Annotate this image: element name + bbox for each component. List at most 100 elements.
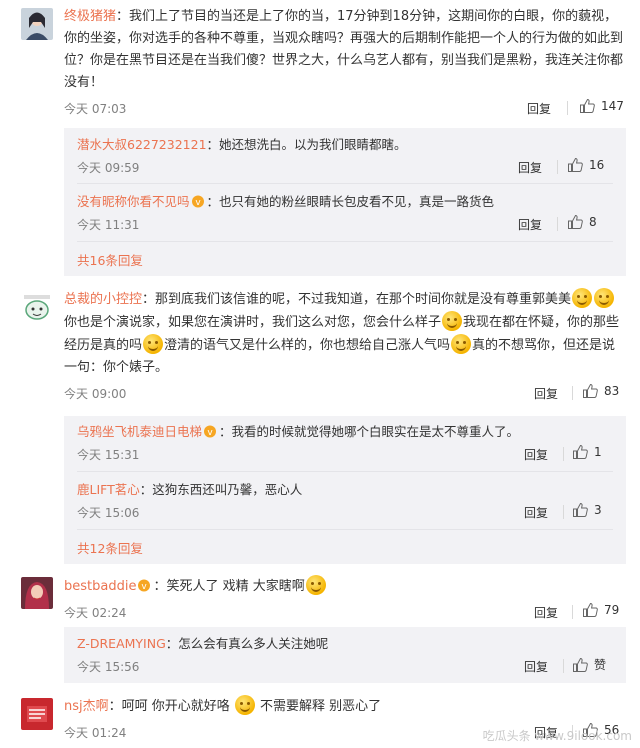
comment-text: 总裁的小控控：那到底我们该信谁的呢，不过我知道，在那个时间你就是没有尊重郭美美你… bbox=[64, 288, 626, 379]
timestamp: 今天 09:59 bbox=[77, 161, 140, 175]
thumbs-up-icon bbox=[583, 602, 598, 617]
like-count: 3 bbox=[594, 503, 602, 517]
reply-meta: 今天 09:59 回复 16 bbox=[77, 157, 613, 177]
reply-meta: 今天 15:56 回复 赞 bbox=[77, 656, 613, 676]
thumbs-up-icon bbox=[573, 657, 588, 672]
username-link[interactable]: 乌鸦坐飞机泰迪日电梯 bbox=[77, 424, 202, 439]
svg-text:v: v bbox=[195, 198, 201, 208]
username-link[interactable]: 没有昵称你看不见吗 bbox=[77, 194, 190, 209]
reply-list: 乌鸦坐飞机泰迪日电梯 v ：我看的时候就觉得她哪个白眼实在是太不尊重人了。 今天 1… bbox=[64, 416, 626, 564]
like-button[interactable]: 8 bbox=[567, 214, 597, 230]
like-button[interactable]: 83 bbox=[582, 383, 619, 399]
thumbs-up-icon bbox=[573, 502, 588, 517]
watermark: 吃瓜头条 www.9ilook.com bbox=[482, 729, 632, 743]
reply-text: 乌鸦坐飞机泰迪日电梯 v ：我看的时候就觉得她哪个白眼实在是太不尊重人了。 bbox=[77, 424, 520, 439]
like-button[interactable]: 3 bbox=[572, 502, 602, 518]
timestamp: 今天 07:03 bbox=[64, 102, 127, 116]
vip-badge-icon: v bbox=[204, 425, 217, 438]
svg-text:v: v bbox=[142, 582, 148, 592]
smiley-emoji-icon bbox=[442, 311, 463, 331]
username-link[interactable]: 总裁的小控控 bbox=[64, 292, 142, 307]
reply-text: 鹿LIFT茗心：这狗东西还叫乃馨，恶心人 bbox=[77, 482, 303, 497]
avatar[interactable] bbox=[21, 292, 53, 324]
like-button[interactable]: 79 bbox=[582, 602, 619, 618]
svg-text:v: v bbox=[207, 428, 213, 438]
reply-item: 乌鸦坐飞机泰迪日电梯 v ：我看的时候就觉得她哪个白眼实在是太不尊重人了。 今天 1… bbox=[64, 416, 626, 472]
like-button[interactable]: 16 bbox=[567, 157, 604, 173]
like-count: 147 bbox=[601, 99, 624, 113]
avatar[interactable] bbox=[21, 698, 53, 730]
username-link[interactable]: bestbaddie bbox=[64, 579, 136, 594]
smiley-emoji-icon bbox=[143, 334, 164, 354]
timestamp: 今天 09:00 bbox=[64, 387, 127, 401]
timestamp: 今天 02:24 bbox=[64, 606, 127, 620]
like-count: 79 bbox=[604, 603, 620, 617]
thumbs-up-icon bbox=[580, 98, 595, 113]
like-count: 1 bbox=[594, 445, 602, 459]
like-button[interactable]: 1 bbox=[572, 444, 602, 460]
reply-item: 没有昵称你看不见吗 v ：也只有她的粉丝眼睛长包皮看不见，真是一路货色 今天 11:… bbox=[64, 184, 626, 242]
divider bbox=[563, 505, 564, 519]
divider bbox=[557, 217, 558, 231]
hug-emoji-icon bbox=[234, 695, 255, 715]
timestamp: 今天 01:24 bbox=[64, 726, 127, 740]
timestamp: 今天 11:31 bbox=[77, 218, 140, 232]
username-link[interactable]: 鹿LIFT茗心 bbox=[77, 482, 140, 497]
comment-text: nsj杰啊：呵呵 你开心就好咯 不需要解释 别恶心了 bbox=[64, 695, 626, 718]
user-avatar-icon bbox=[21, 698, 53, 730]
more-replies-link[interactable]: 共16条回复 bbox=[64, 242, 626, 272]
avatar[interactable] bbox=[21, 577, 53, 609]
timestamp: 今天 15:56 bbox=[77, 660, 140, 674]
dizzy-emoji-icon bbox=[305, 575, 326, 595]
thumbs-up-icon bbox=[583, 383, 598, 398]
reply-button[interactable]: 回复 bbox=[524, 658, 548, 675]
like-button[interactable]: 赞 bbox=[572, 656, 606, 673]
comment-meta: 今天 02:24 回复 79 bbox=[64, 602, 626, 622]
divider bbox=[563, 447, 564, 461]
thumbs-up-icon bbox=[573, 444, 588, 459]
like-count: 赞 bbox=[594, 658, 607, 672]
divider bbox=[572, 605, 573, 619]
reply-list: 潜水大叔6227232121：她还想洗白。以为我们眼睛都瞎。 今天 09:59 … bbox=[64, 128, 626, 276]
more-replies-link[interactable]: 共12条回复 bbox=[64, 530, 626, 560]
divider bbox=[572, 386, 573, 400]
reply-meta: 今天 15:31 回复 1 bbox=[77, 444, 613, 464]
like-button[interactable]: 147 bbox=[579, 98, 624, 114]
vip-badge-icon: v bbox=[191, 195, 204, 208]
username-link[interactable]: nsj杰啊 bbox=[64, 699, 109, 714]
username-link[interactable]: 潜水大叔6227232121 bbox=[77, 137, 207, 152]
divider bbox=[567, 101, 568, 115]
reply-button[interactable]: 回复 bbox=[534, 604, 558, 621]
comment-text: 终极猪猪：我们上了节目的当还是上了你的当，17分钟到18分钟，这期间你的白眼，你… bbox=[64, 9, 624, 90]
reply-button[interactable]: 回复 bbox=[518, 216, 542, 233]
smiley-emoji-icon bbox=[451, 334, 472, 354]
thumbs-up-icon bbox=[568, 157, 583, 172]
comment-meta: 今天 09:00 回复 83 bbox=[64, 383, 626, 403]
user-avatar-icon bbox=[21, 577, 53, 609]
comment-text: bestbaddie v ：笑死人了 戏精 大家瞎啊 bbox=[64, 575, 626, 598]
divider bbox=[563, 659, 564, 673]
like-count: 8 bbox=[589, 215, 597, 229]
reply-button[interactable]: 回复 bbox=[534, 385, 558, 402]
divider bbox=[557, 160, 558, 174]
reply-meta: 今天 15:06 回复 3 bbox=[77, 502, 613, 522]
reply-text: 潜水大叔6227232121：她还想洗白。以为我们眼睛都瞎。 bbox=[77, 137, 407, 152]
reply-button[interactable]: 回复 bbox=[524, 446, 548, 463]
username-link[interactable]: 终极猪猪 bbox=[64, 9, 116, 24]
user-avatar-icon bbox=[21, 8, 53, 40]
like-count: 83 bbox=[604, 384, 620, 398]
reply-text: 没有昵称你看不见吗 v ：也只有她的粉丝眼睛长包皮看不见，真是一路货色 bbox=[77, 194, 495, 209]
reply-button[interactable]: 回复 bbox=[524, 504, 548, 521]
reply-button[interactable]: 回复 bbox=[527, 100, 551, 117]
timestamp: 今天 15:06 bbox=[77, 506, 140, 520]
reply-text: Z-DREAMYING：怎么会有真么多人关注她呢 bbox=[77, 636, 329, 651]
like-count: 16 bbox=[589, 158, 605, 172]
user-avatar-icon bbox=[21, 292, 53, 324]
smiley-emoji-icon bbox=[594, 288, 615, 308]
username-link[interactable]: Z-DREAMYING bbox=[77, 636, 166, 651]
reply-item: 潜水大叔6227232121：她还想洗白。以为我们眼睛都瞎。 今天 09:59 … bbox=[64, 128, 626, 184]
avatar[interactable] bbox=[21, 8, 53, 40]
reply-button[interactable]: 回复 bbox=[518, 159, 542, 176]
timestamp: 今天 15:31 bbox=[77, 448, 140, 462]
thumbs-up-icon bbox=[568, 214, 583, 229]
